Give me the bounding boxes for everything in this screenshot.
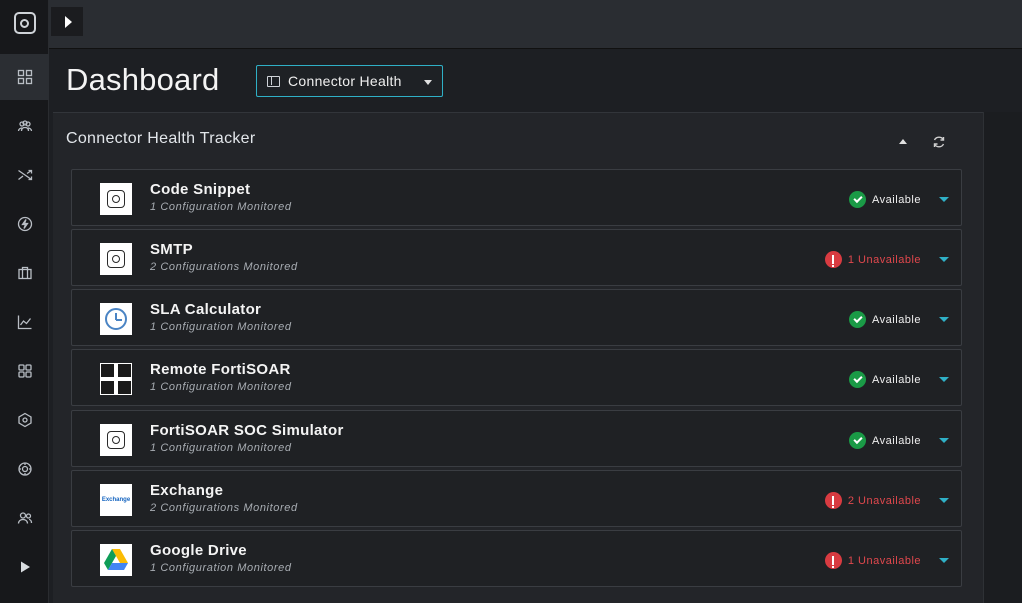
fortisoar-soc-simulator-logo <box>100 424 132 456</box>
status-text: Available <box>872 313 921 326</box>
status-badge: Available <box>849 371 921 388</box>
nav-settings[interactable] <box>0 446 49 492</box>
status-badge: Available <box>849 432 921 449</box>
expand-row-icon[interactable] <box>939 317 949 322</box>
expand-row-icon[interactable] <box>939 498 949 503</box>
connector-config-count: 1 Configuration Monitored <box>150 562 292 574</box>
status-text: Available <box>872 373 921 386</box>
code-snippet-logo <box>100 183 132 215</box>
status-text: 2 Unavailable <box>847 494 921 507</box>
nav-expand[interactable] <box>0 544 49 590</box>
refresh-icon <box>933 136 945 148</box>
nav-shuffle[interactable] <box>0 152 49 198</box>
top-bar <box>49 0 1022 49</box>
chart-icon <box>17 315 31 330</box>
google-drive-logo <box>100 544 132 576</box>
page-title: Dashboard <box>66 62 220 97</box>
app-logo[interactable] <box>0 0 49 46</box>
dashboard-icon <box>17 69 32 85</box>
status-badge: 1 Unavailable <box>824 552 921 569</box>
shuffle-icon <box>17 169 32 181</box>
connector-name: Google Drive <box>150 542 247 559</box>
collapse-button[interactable] <box>896 134 910 148</box>
connector-row[interactable]: SLA Calculator 1 Configuration Monitored… <box>71 289 962 346</box>
connector-name: SMTP <box>150 241 193 258</box>
panel-title: Connector Health Tracker <box>66 130 256 147</box>
exchange-logo: Exchange <box>100 484 132 516</box>
connector-name: SLA Calculator <box>150 301 262 318</box>
check-circle-icon <box>849 191 867 208</box>
caret-up-icon <box>899 138 907 144</box>
check-circle-icon <box>849 311 867 328</box>
status-text: Available <box>872 434 921 447</box>
apps-icon <box>17 364 32 378</box>
play-icon <box>20 561 30 573</box>
dashboard-select-label: Connector Health <box>288 73 402 89</box>
remote-fortisoar-logo <box>100 363 132 395</box>
sla-calculator-logo <box>100 303 132 335</box>
chevron-down-icon <box>424 80 432 85</box>
left-nav-rail <box>0 0 49 603</box>
status-badge: 1 Unavailable <box>824 251 921 268</box>
connector-config-count: 1 Configuration Monitored <box>150 201 292 213</box>
connector-config-count: 2 Configurations Monitored <box>150 261 298 273</box>
briefcase-icon <box>17 266 32 280</box>
connector-config-count: 2 Configurations Monitored <box>150 502 298 514</box>
connector-name: Remote FortiSOAR <box>150 361 291 378</box>
alert-circle-icon <box>824 251 842 268</box>
dashboard-layout-icon <box>267 75 280 87</box>
connector-name: Exchange <box>150 482 224 499</box>
panel-scrollbar-area <box>983 112 1022 603</box>
connector-row[interactable]: Google Drive 1 Configuration Monitored 1… <box>71 530 962 587</box>
connector-row[interactable]: Code Snippet 1 Configuration Monitored A… <box>71 169 962 226</box>
connector-name: Code Snippet <box>150 181 251 198</box>
nav-dashboard[interactable] <box>0 54 49 100</box>
lightning-icon <box>17 216 32 232</box>
app-logo-icon <box>13 12 36 34</box>
connector-row[interactable]: Exchange Exchange 2 Configurations Monit… <box>71 470 962 527</box>
status-text: Available <box>872 193 921 206</box>
expand-row-icon[interactable] <box>939 377 949 382</box>
connector-config-count: 1 Configuration Monitored <box>150 321 292 333</box>
refresh-button[interactable] <box>932 135 948 151</box>
nav-users[interactable] <box>0 495 49 541</box>
status-badge: Available <box>849 191 921 208</box>
connector-row[interactable]: Remote FortiSOAR 1 Configuration Monitor… <box>71 349 962 406</box>
check-circle-icon <box>849 432 867 449</box>
nav-analytics[interactable] <box>0 299 49 345</box>
cube-icon <box>17 412 32 428</box>
nav-apps[interactable] <box>0 348 49 394</box>
status-badge: 2 Unavailable <box>824 492 921 509</box>
connector-row[interactable]: SMTP 2 Configurations Monitored 1 Unavai… <box>71 229 962 286</box>
expand-row-icon[interactable] <box>939 197 949 202</box>
nav-cases[interactable] <box>0 250 49 296</box>
alert-circle-icon <box>824 492 842 509</box>
alert-circle-icon <box>824 552 842 569</box>
people-icon <box>17 120 32 132</box>
status-text: 1 Unavailable <box>847 554 921 567</box>
connector-config-count: 1 Configuration Monitored <box>150 381 292 393</box>
status-badge: Available <box>849 311 921 328</box>
gear-icon <box>17 462 32 476</box>
nav-people[interactable] <box>0 103 49 149</box>
nav-automation[interactable] <box>0 201 49 247</box>
expand-row-icon[interactable] <box>939 438 949 443</box>
dashboard-select[interactable]: Connector Health <box>256 65 443 97</box>
check-circle-icon <box>849 371 867 388</box>
sidebar-toggle-button[interactable] <box>51 7 83 36</box>
expand-row-icon[interactable] <box>939 558 949 563</box>
expand-row-icon[interactable] <box>939 257 949 262</box>
caret-right-icon <box>64 15 72 28</box>
connector-row[interactable]: FortiSOAR SOC Simulator 1 Configuration … <box>71 410 962 467</box>
status-text: 1 Unavailable <box>847 253 921 266</box>
nav-threat[interactable] <box>0 397 49 443</box>
connector-config-count: 1 Configuration Monitored <box>150 442 292 454</box>
connector-name: FortiSOAR SOC Simulator <box>150 422 344 439</box>
smtp-logo <box>100 243 132 275</box>
users-icon <box>17 512 32 524</box>
